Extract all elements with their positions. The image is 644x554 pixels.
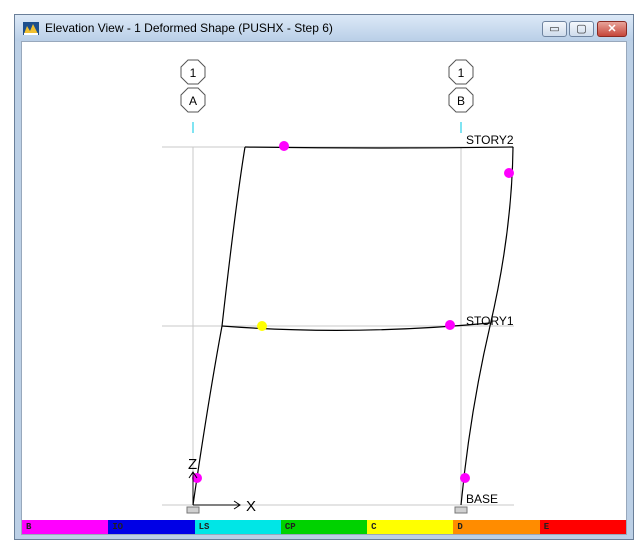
hinge-state-legend: B IO LS CP C D E [22, 520, 626, 534]
gridline-letter-a: A [189, 94, 197, 108]
close-icon: ✕ [607, 23, 617, 35]
structure-app-icon [23, 22, 39, 35]
legend-segment-cp: CP [280, 520, 368, 534]
minimize-button[interactable]: ▭ [542, 21, 567, 37]
axis-label-x: X [246, 498, 256, 515]
elevation-view-window: Elevation View - 1 Deformed Shape (PUSHX… [14, 14, 634, 540]
hinge-marker[interactable] [257, 321, 267, 331]
legend-segment-d: D [453, 520, 540, 534]
gridline-letter-b: B [457, 94, 465, 108]
hinge-marker[interactable] [279, 141, 289, 151]
legend-segment-e: E [539, 520, 626, 534]
elevation-drawing: 1 A 1 B STORY2 STORY1 BASE Z X [162, 59, 514, 515]
hinge-marker[interactable] [460, 473, 470, 483]
legend-segment-ls: LS [194, 520, 281, 534]
axis-indicator [188, 471, 241, 510]
legend-segment-c: C [367, 520, 454, 534]
support-icon [186, 506, 200, 514]
support-icon [454, 506, 468, 514]
elevation-canvas[interactable]: 1 A 1 B STORY2 STORY1 BASE Z X B IO LS C… [21, 41, 627, 535]
legend-segment-b: B [22, 520, 109, 534]
hinge-marker[interactable] [445, 320, 455, 330]
hinge-marker[interactable] [504, 168, 514, 178]
gridline-bubble-b[interactable]: 1 B [448, 59, 474, 113]
window-title: Elevation View - 1 Deformed Shape (PUSHX… [45, 21, 333, 35]
story-label-story2: STORY2 [466, 133, 514, 147]
close-button[interactable]: ✕ [597, 21, 627, 37]
title-bar[interactable]: Elevation View - 1 Deformed Shape (PUSHX… [15, 15, 633, 41]
maximize-icon: ▢ [576, 23, 587, 35]
story-label-base: BASE [466, 492, 498, 506]
legend-segment-io: IO [108, 520, 195, 534]
gridline-number-b: 1 [458, 66, 465, 80]
axis-label-z: Z [188, 456, 197, 473]
maximize-button[interactable]: ▢ [569, 21, 594, 37]
gridline-bubble-a[interactable]: 1 A [180, 59, 206, 113]
minimize-icon: ▭ [549, 23, 560, 35]
gridline-number-a: 1 [190, 66, 197, 80]
